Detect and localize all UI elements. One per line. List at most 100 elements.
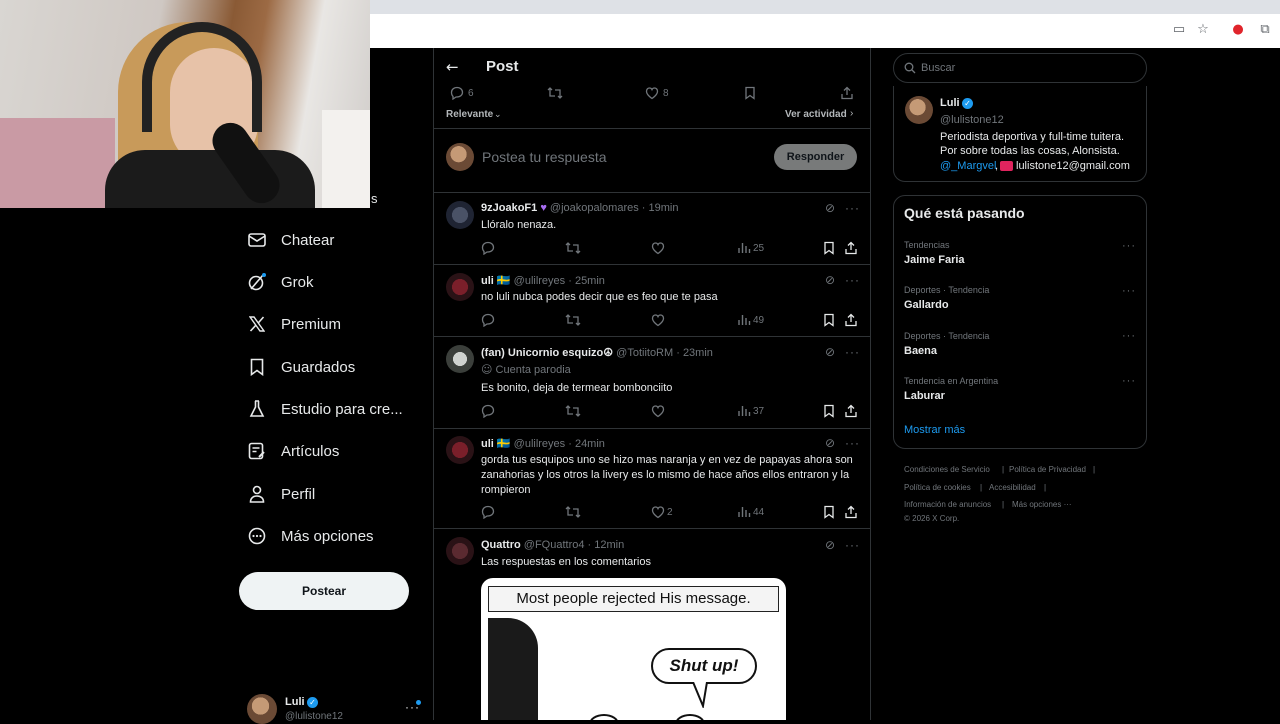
nav-guardados[interactable]: Guardados bbox=[247, 355, 355, 379]
article-icon bbox=[247, 441, 267, 461]
reply-action[interactable] bbox=[481, 313, 495, 327]
reply-handle[interactable]: @ulilreyes · 24min bbox=[514, 438, 605, 450]
profile-name[interactable]: Luli bbox=[940, 97, 960, 109]
bookmark-action[interactable] bbox=[822, 404, 836, 418]
reply-action[interactable] bbox=[481, 404, 495, 418]
address-bar[interactable] bbox=[370, 14, 1280, 48]
nav-premium[interactable]: Premium bbox=[247, 312, 341, 336]
nav-chatear[interactable]: Chatear bbox=[247, 228, 334, 252]
opera-icon[interactable]: ● bbox=[1230, 22, 1246, 38]
more-icon[interactable]: ··· bbox=[1122, 240, 1136, 252]
more-icon[interactable]: ··· bbox=[845, 201, 860, 215]
grok-icon[interactable]: ⊘ bbox=[825, 436, 835, 450]
bookmark-action[interactable] bbox=[822, 241, 836, 255]
retweet-action[interactable] bbox=[565, 404, 581, 418]
reply-input[interactable]: Postea tu respuesta bbox=[482, 149, 607, 165]
nav-mas-opciones[interactable]: Más opciones bbox=[247, 524, 374, 548]
profile-mention-link[interactable]: @_Margvel bbox=[940, 160, 996, 172]
reply-button[interactable]: Responder bbox=[774, 144, 857, 170]
nav-label: Premium bbox=[281, 315, 342, 333]
grok-icon bbox=[247, 272, 267, 292]
reply-handle[interactable]: @joakopalomares · 19min bbox=[550, 202, 679, 214]
views-action[interactable]: 49 bbox=[737, 313, 764, 327]
retweet-action[interactable] bbox=[565, 241, 581, 255]
share-action[interactable] bbox=[840, 86, 854, 100]
reply-author[interactable]: Quattro bbox=[481, 539, 521, 551]
profile-avatar[interactable] bbox=[905, 96, 933, 124]
like-action[interactable]: 8 bbox=[645, 86, 669, 100]
reply-handle[interactable]: @ulilreyes · 25min bbox=[514, 275, 605, 287]
grok-icon[interactable]: ⊘ bbox=[825, 201, 835, 215]
grok-icon[interactable]: ⊘ bbox=[825, 345, 835, 359]
retweet-action[interactable] bbox=[547, 86, 563, 100]
retweet-action[interactable] bbox=[565, 313, 581, 327]
reply-action[interactable]: 6 bbox=[450, 86, 474, 100]
grok-icon[interactable]: ⊘ bbox=[825, 538, 835, 552]
footer-link[interactable]: Política de Privacidad bbox=[1009, 465, 1086, 474]
share-action[interactable] bbox=[844, 404, 858, 418]
reply-author[interactable]: 9zJoakoF1 bbox=[481, 202, 537, 214]
like-action[interactable] bbox=[651, 241, 665, 255]
reply-icon bbox=[481, 241, 495, 255]
reply-avatar[interactable] bbox=[446, 436, 474, 464]
reply-avatar[interactable] bbox=[446, 537, 474, 565]
search-input[interactable]: Buscar bbox=[893, 53, 1147, 83]
bookmark-action[interactable] bbox=[822, 313, 836, 327]
reply-author[interactable]: (fan) Unicornio esquizo☮ bbox=[481, 347, 613, 359]
views-action[interactable]: 44 bbox=[737, 505, 764, 519]
reply-handle[interactable]: @TotiitoRM · 23min bbox=[616, 347, 713, 359]
reply-author[interactable]: uli 🇸🇪 bbox=[481, 438, 511, 450]
share-action[interactable] bbox=[844, 313, 858, 327]
more-icon[interactable]: ··· bbox=[845, 436, 860, 450]
trend-name: Laburar bbox=[904, 390, 945, 402]
reply-action[interactable] bbox=[481, 505, 495, 519]
bookmark-action[interactable] bbox=[743, 86, 757, 100]
more-icon[interactable]: ··· bbox=[1122, 330, 1136, 342]
retweet-action[interactable] bbox=[565, 505, 581, 519]
footer-link[interactable]: Más opciones ··· bbox=[1012, 500, 1072, 509]
divider bbox=[434, 128, 870, 129]
footer-link[interactable]: Información de anuncios bbox=[904, 500, 991, 509]
reply-action[interactable] bbox=[481, 241, 495, 255]
browser-chrome: ▭ ☆ ● ⧉ bbox=[370, 0, 1280, 48]
cast-icon[interactable]: ▭ bbox=[1171, 22, 1187, 38]
more-icon[interactable]: ··· bbox=[845, 273, 860, 287]
footer-link[interactable]: Condiciones de Servicio bbox=[904, 465, 990, 474]
reply-author[interactable]: uli 🇸🇪 bbox=[481, 275, 511, 287]
nav-grok[interactable]: Grok bbox=[247, 270, 314, 294]
nav-perfil[interactable]: Perfil bbox=[247, 482, 315, 506]
mail-icon bbox=[247, 230, 267, 250]
views-action[interactable]: 37 bbox=[737, 404, 764, 418]
reply-avatar[interactable] bbox=[446, 273, 474, 301]
like-action[interactable]: 2 bbox=[651, 505, 673, 519]
reply-handle[interactable]: @FQuattro4 · 12min bbox=[524, 539, 624, 551]
profile-handle[interactable]: @lulistone12 bbox=[940, 114, 1004, 126]
more-icon[interactable]: ··· bbox=[845, 538, 860, 552]
more-icon[interactable]: ··· bbox=[845, 345, 860, 359]
extensions-icon[interactable]: ⧉ bbox=[1257, 22, 1273, 38]
views-action[interactable]: 25 bbox=[737, 241, 764, 255]
share-action[interactable] bbox=[844, 241, 858, 255]
post-button[interactable]: Postear bbox=[239, 572, 409, 610]
grok-icon[interactable]: ⊘ bbox=[825, 273, 835, 287]
reply-avatar[interactable] bbox=[446, 201, 474, 229]
sort-dropdown[interactable]: Relevante bbox=[446, 109, 493, 120]
nav-articulos[interactable]: Artículos bbox=[247, 439, 339, 463]
divider bbox=[434, 336, 870, 337]
show-more-link[interactable]: Mostrar más bbox=[904, 424, 965, 436]
like-action[interactable] bbox=[651, 313, 665, 327]
reply-image[interactable]: Most people rejected His message. Shut u… bbox=[481, 578, 786, 720]
reply-avatar[interactable] bbox=[446, 345, 474, 373]
share-action[interactable] bbox=[844, 505, 858, 519]
footer-link[interactable]: Accesibilidad bbox=[989, 483, 1036, 492]
like-action[interactable] bbox=[651, 404, 665, 418]
more-icon[interactable]: ··· bbox=[1122, 285, 1136, 297]
star-icon[interactable]: ☆ bbox=[1195, 22, 1211, 38]
profile-bio-line: Periodista deportiva y full-time tuitera… bbox=[940, 131, 1125, 143]
back-arrow-icon[interactable]: ← bbox=[446, 58, 459, 76]
footer-link[interactable]: Política de cookies bbox=[904, 483, 971, 492]
more-icon[interactable]: ··· bbox=[1122, 375, 1136, 387]
view-activity-link[interactable]: Ver actividad bbox=[785, 109, 847, 120]
nav-estudio[interactable]: Estudio para cre... bbox=[247, 397, 403, 421]
bookmark-action[interactable] bbox=[822, 505, 836, 519]
